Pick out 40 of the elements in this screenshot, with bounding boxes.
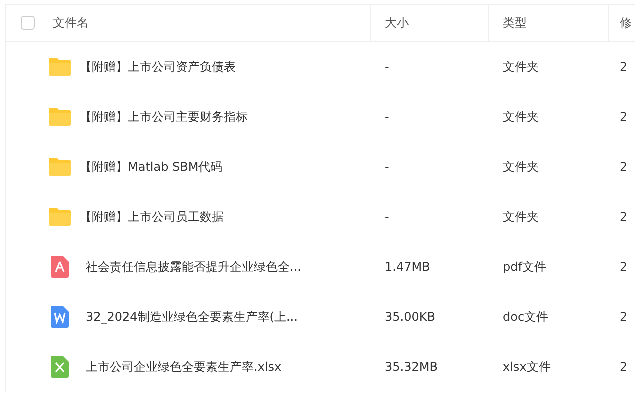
file-type: xlsx文件 [503, 359, 551, 376]
column-4-cell-text: 2 [620, 109, 628, 126]
column-4-cell-text: 2 [620, 259, 628, 276]
column-4-cell-text: 2 [620, 359, 628, 376]
file-type: pdf文件 [503, 259, 546, 276]
file-name[interactable]: 社会责任信息披露能否提升企业绿色全... [86, 258, 302, 276]
file-size: - [385, 59, 390, 76]
column-4-cell-text: 2 [620, 209, 628, 226]
file-name[interactable]: 【附赠】上市公司资产负债表 [80, 58, 236, 76]
file-size: - [385, 109, 390, 126]
file-size: - [385, 159, 390, 176]
column-4-cell-text: 2 [620, 59, 628, 76]
file-name[interactable]: 【附赠】Matlab SBM代码 [80, 158, 223, 176]
file-name[interactable]: 【附赠】上市公司主要财务指标 [80, 108, 248, 126]
column-4-cell-text: 2 [620, 309, 628, 326]
column-4-cell-text: 2 [620, 159, 628, 176]
select-all-checkbox[interactable] [21, 16, 35, 30]
file-name[interactable]: 【附赠】上市公司员工数据 [80, 208, 224, 226]
column-header[interactable]: 大小 [385, 14, 409, 32]
folder-icon [48, 157, 72, 177]
folder-icon [48, 207, 72, 227]
folder-icon [48, 57, 72, 77]
file-name[interactable]: 32_2024制造业绿色全要素生产率(上... [86, 308, 298, 326]
pdf-file-icon [51, 256, 69, 278]
file-type: 文件夹 [503, 109, 539, 126]
file-type: 文件夹 [503, 159, 539, 176]
file-size: - [385, 209, 390, 226]
file-type: 文件夹 [503, 209, 539, 226]
file-size: 35.00KB [385, 309, 436, 326]
folder-icon [48, 107, 72, 127]
column-header[interactable]: 文件名 [53, 14, 89, 32]
file-size: 35.32MB [385, 359, 438, 376]
file-type: doc文件 [503, 309, 549, 326]
file-size: 1.47MB [385, 259, 430, 276]
spreadsheet-file-icon [51, 356, 69, 378]
column-header[interactable]: 类型 [503, 14, 527, 32]
column-header[interactable]: 修 [620, 14, 632, 32]
document-file-icon [51, 306, 69, 328]
file-type: 文件夹 [503, 59, 539, 76]
file-name[interactable]: 上市公司企业绿色全要素生产率.xlsx [86, 358, 282, 376]
